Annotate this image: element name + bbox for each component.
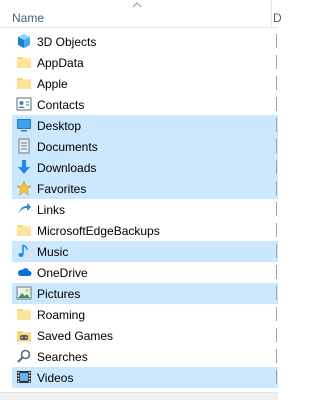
contacts-icon xyxy=(16,96,32,112)
list-item-label: Links xyxy=(37,203,66,217)
list-item[interactable]: OneDrive xyxy=(12,262,278,283)
date-column-cell xyxy=(275,370,278,384)
folder-icon xyxy=(16,222,32,238)
date-column-label[interactable]: D xyxy=(273,11,282,25)
downloads-icon xyxy=(16,159,32,175)
list-item-label: Contacts xyxy=(37,98,85,112)
folder-icon xyxy=(16,54,32,70)
list-item[interactable]: Videos xyxy=(12,367,278,388)
date-column-cell xyxy=(275,202,278,216)
list-item-label: Downloads xyxy=(37,161,97,175)
date-column-cell xyxy=(275,265,278,279)
name-column-label: Name xyxy=(12,11,45,25)
name-column-header[interactable]: Name xyxy=(0,0,272,28)
list-item[interactable]: Pictures xyxy=(12,283,278,304)
links-icon xyxy=(16,201,32,217)
list-item-label: Saved Games xyxy=(37,329,114,343)
date-column-cell xyxy=(275,328,278,342)
list-item[interactable]: Searches xyxy=(12,346,278,367)
list-item[interactable]: AppData xyxy=(12,52,278,73)
folder-icon xyxy=(16,75,32,91)
list-item[interactable]: Links xyxy=(12,199,278,220)
list-item[interactable]: Contacts xyxy=(12,94,278,115)
date-column-cell xyxy=(275,160,278,174)
searches-icon xyxy=(16,348,32,364)
list-item-label: Searches xyxy=(37,350,88,364)
list-item-label: Desktop xyxy=(37,119,82,133)
date-column-cell xyxy=(275,181,278,195)
date-column-cell xyxy=(275,55,278,69)
date-column-cell xyxy=(275,307,278,321)
music-icon xyxy=(16,243,32,259)
date-column-cell xyxy=(275,286,278,300)
list-item-label: Apple xyxy=(37,77,68,91)
list-item-label: Pictures xyxy=(37,287,81,301)
onedrive-icon xyxy=(16,264,32,280)
list-item[interactable]: Favorites xyxy=(12,178,278,199)
list-item[interactable]: Documents xyxy=(12,136,278,157)
date-column-cell xyxy=(275,34,278,48)
documents-icon xyxy=(16,138,32,154)
date-column-cell xyxy=(275,244,278,258)
list-item-label: Roaming xyxy=(37,308,86,322)
3d-objects-icon xyxy=(16,33,32,49)
list-item-label: Videos xyxy=(37,371,74,385)
saved-games-icon xyxy=(16,327,32,343)
list-item[interactable]: Downloads xyxy=(12,157,278,178)
date-column-cell xyxy=(275,76,278,90)
column-header-bar: Name D xyxy=(0,0,282,28)
date-column-cell xyxy=(275,223,278,237)
list-item[interactable]: Apple xyxy=(12,73,278,94)
list-item-label: AppData xyxy=(37,56,84,70)
list-item-label: Documents xyxy=(37,140,98,154)
favorites-icon xyxy=(16,180,32,196)
list-item[interactable]: 3D Objects xyxy=(12,31,278,52)
date-column-cell xyxy=(275,118,278,132)
sort-ascending-icon xyxy=(132,2,142,8)
list-item-label: Music xyxy=(37,245,69,259)
list-item-label: 3D Objects xyxy=(37,35,97,49)
horizontal-scrollbar[interactable] xyxy=(0,392,278,400)
list-item[interactable]: MicrosoftEdgeBackups xyxy=(12,220,278,241)
pictures-icon xyxy=(16,285,32,301)
videos-icon xyxy=(16,369,32,385)
list-item-label: MicrosoftEdgeBackups xyxy=(37,224,160,238)
list-item[interactable]: Roaming xyxy=(12,304,278,325)
list-item-label: Favorites xyxy=(37,182,87,196)
list-item[interactable]: Saved Games xyxy=(12,325,278,346)
date-column-cell xyxy=(275,349,278,363)
date-column-cell xyxy=(275,97,278,111)
list-item[interactable]: Music xyxy=(12,241,278,262)
list-item-label: OneDrive xyxy=(37,266,88,280)
folder-icon xyxy=(16,306,32,322)
desktop-icon xyxy=(16,117,32,133)
date-column-cell xyxy=(275,139,278,153)
list-item[interactable]: Desktop xyxy=(12,115,278,136)
